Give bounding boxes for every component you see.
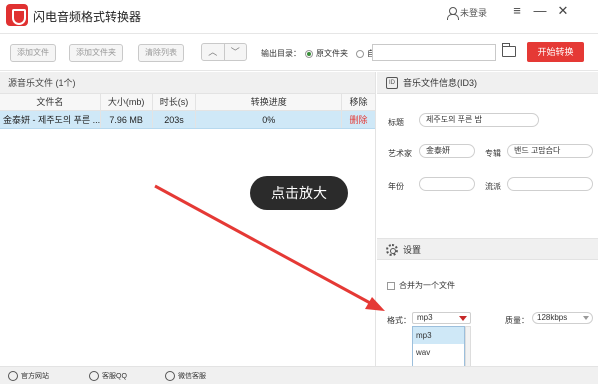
cell-progress: 0% xyxy=(196,111,343,128)
cell-filename: 金泰妍 - 제주도의 푸른 ... xyxy=(0,111,101,128)
format-dropdown-list: mp3 wav ogg xyxy=(412,326,465,367)
album-label: 专辑 xyxy=(485,149,501,158)
app-logo-icon xyxy=(6,4,28,26)
artist-field[interactable]: 金泰妍 xyxy=(419,144,475,158)
format-select[interactable]: mp3 xyxy=(412,312,471,324)
merge-checkbox[interactable]: 合并为一个文件 xyxy=(387,280,455,291)
login-label: 未登录 xyxy=(460,8,488,18)
login-link[interactable]: 未登录 xyxy=(447,6,488,20)
reorder-buttons: ︿ ﹀ xyxy=(201,43,247,61)
gear-icon xyxy=(386,244,398,256)
album-field[interactable]: 밴드 고맙습다 xyxy=(507,144,593,158)
home-icon xyxy=(8,371,18,381)
genre-label: 流派 xyxy=(485,182,501,191)
quality-select[interactable]: 128kbps xyxy=(532,312,593,324)
folder-icon[interactable] xyxy=(502,43,516,57)
chevron-down-icon xyxy=(459,316,467,321)
radio-original-folder[interactable]: 原文件夹 xyxy=(305,48,348,59)
quality-value: 128kbps xyxy=(537,313,568,322)
website-label: 官方网站 xyxy=(21,373,49,380)
id3-info-title: 音乐文件信息(ID3) xyxy=(403,78,477,88)
id3-info-header: ID 音乐文件信息(ID3) xyxy=(377,72,598,94)
qq-label: 客服QQ xyxy=(102,373,127,380)
title-field[interactable]: 제주도의 푸른 밤 xyxy=(419,113,539,127)
chevron-down-icon xyxy=(583,316,589,320)
title-bar: 闪电音频格式转换器 未登录 ≡ — ✕ xyxy=(0,0,598,34)
col-progress: 转换进度 xyxy=(196,94,343,110)
add-file-button[interactable]: 添加文件 xyxy=(10,44,56,62)
format-option[interactable]: mp3 xyxy=(413,327,464,344)
radio-dot-checked xyxy=(305,49,313,58)
year-label: 年份 xyxy=(388,182,404,191)
radio-original-label: 原文件夹 xyxy=(316,49,348,58)
year-field[interactable] xyxy=(419,177,475,191)
col-duration: 时长(s) xyxy=(153,94,197,110)
settings-title: 设置 xyxy=(403,245,422,255)
app-title: 闪电音频格式转换器 xyxy=(33,10,142,24)
checkbox-box xyxy=(387,281,395,290)
minimize-icon[interactable]: — xyxy=(532,3,548,19)
wechat-link[interactable]: 微信客服 xyxy=(165,371,206,381)
qq-icon xyxy=(89,371,99,381)
col-remove: 移除 xyxy=(349,97,368,107)
id-icon: ID xyxy=(386,77,398,89)
right-panel: ID 音乐文件信息(ID3) 标题 제주도의 푸른 밤 艺术家 金泰妍 专辑 밴… xyxy=(377,72,598,367)
wechat-label: 微信客服 xyxy=(178,373,206,380)
add-folder-button[interactable]: 添加文件夹 xyxy=(69,44,123,62)
title-label: 标题 xyxy=(388,118,404,127)
format-label: 格式： xyxy=(387,316,411,325)
merge-label: 合并为一个文件 xyxy=(399,281,455,290)
settings-header: 设置 xyxy=(377,238,598,260)
output-path-input[interactable] xyxy=(372,44,496,61)
cell-size: 7.96 MB xyxy=(101,111,153,128)
cell-duration: 203s xyxy=(153,111,197,128)
delete-link[interactable]: 删除 xyxy=(342,111,375,128)
table-row[interactable]: 金泰妍 - 제주도의 푸른 ... 7.96 MB 203s 0% 删除 xyxy=(0,111,375,129)
move-up-button[interactable]: ︿ xyxy=(202,44,225,60)
website-link[interactable]: 官方网站 xyxy=(8,371,49,381)
dropdown-scrollbar[interactable] xyxy=(465,326,471,367)
start-convert-button[interactable]: 开始转换 xyxy=(527,42,584,62)
radio-dot xyxy=(356,49,364,58)
col-filename: 文件名 xyxy=(0,94,101,110)
source-files-panel: 源音乐文件 (1个) 文件名 大小(mb) 时长(s) 转换进度 移除 金泰妍 … xyxy=(0,72,376,366)
zoom-tooltip: 点击放大 xyxy=(250,176,348,210)
format-value: mp3 xyxy=(417,313,433,322)
qq-link[interactable]: 客服QQ xyxy=(89,371,127,381)
quality-label: 质量： xyxy=(505,316,529,325)
toolbar: 添加文件 添加文件夹 清除列表 ︿ ﹀ 输出目录： 原文件夹 自定义 开始转换 xyxy=(0,35,598,71)
output-dir-label: 输出目录： xyxy=(261,49,301,58)
menu-icon[interactable]: ≡ xyxy=(509,3,525,19)
bottom-bar: 官方网站 客服QQ 微信客服 xyxy=(0,366,598,384)
move-down-button[interactable]: ﹀ xyxy=(225,44,247,60)
table-header: 文件名 大小(mb) 时长(s) 转换进度 移除 xyxy=(0,94,375,111)
close-icon[interactable]: ✕ xyxy=(555,3,571,19)
clear-list-button[interactable]: 清除列表 xyxy=(138,44,184,62)
wechat-icon xyxy=(165,371,175,381)
format-option[interactable]: wav xyxy=(413,344,464,361)
genre-field[interactable] xyxy=(507,177,593,191)
user-icon xyxy=(447,6,459,20)
artist-label: 艺术家 xyxy=(388,149,412,158)
source-files-title: 源音乐文件 (1个) xyxy=(0,72,375,94)
col-size: 大小(mb) xyxy=(101,94,153,110)
